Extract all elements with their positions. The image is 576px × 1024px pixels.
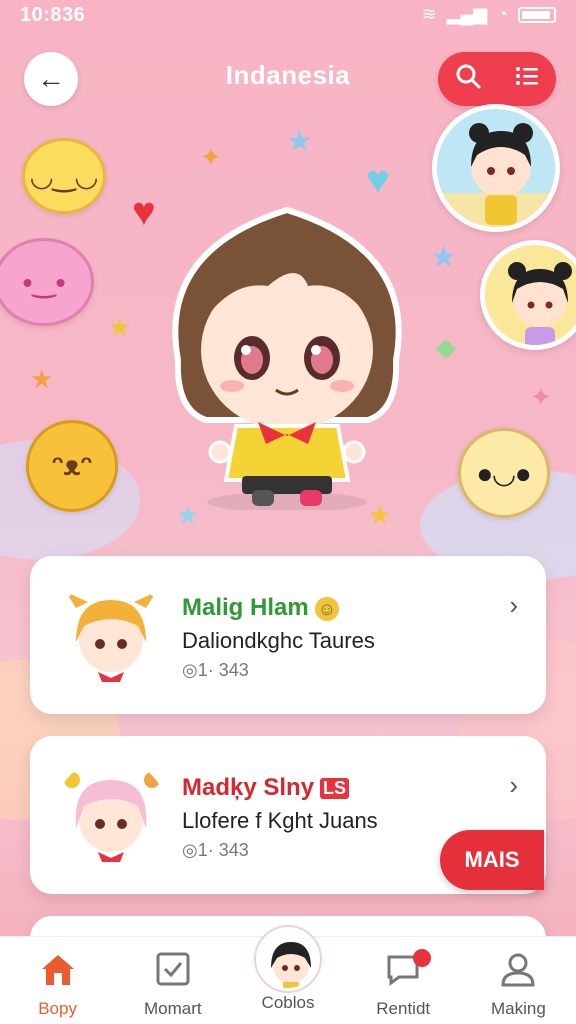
- card-subtitle: Llofere f Kght Juans: [182, 808, 378, 833]
- chevron-right-icon: ›: [509, 590, 518, 620]
- wifi-icon: ≋: [421, 4, 437, 24]
- battery-icon: [518, 6, 556, 23]
- chevron-right-icon: ›: [509, 770, 518, 800]
- character-avatar[interactable]: [480, 240, 576, 350]
- star-icon: ★: [108, 312, 132, 342]
- star-icon: ★: [286, 125, 313, 158]
- smiley-sticker: ●◡●: [458, 428, 550, 518]
- header-actions: [438, 52, 556, 106]
- card-name-text: Malig Hlam: [182, 594, 309, 621]
- badge-emoji-icon: ☺: [314, 596, 339, 621]
- alarm-icon: ◔: [497, 4, 508, 24]
- cookie-sticker: ᵔᴥᵔ: [26, 420, 118, 512]
- sparkle-icon: ✦: [200, 142, 222, 172]
- star-icon: ★: [430, 241, 457, 274]
- signal-icon: ▂▄▆: [446, 4, 488, 24]
- card-name-text: Madķy Slny: [182, 774, 315, 801]
- nav-label: Rentidt: [376, 999, 431, 1018]
- card-title: Madķy Slny LS: [182, 774, 350, 802]
- pink-bubble-sticker: •‿•: [0, 238, 94, 326]
- card-subtitle: Daliondkghc Taures: [182, 628, 375, 653]
- nav-label: Making: [491, 999, 546, 1018]
- hero-character-illustration: [148, 190, 426, 512]
- card-avatar: [54, 758, 168, 872]
- nav-item-momart[interactable]: Momart: [115, 937, 230, 1024]
- avatar: [256, 927, 320, 991]
- smile-bubble-sticker: ◡‿◡: [22, 138, 106, 214]
- nav-item-making[interactable]: Making: [461, 937, 576, 1024]
- chat-icon: [383, 949, 432, 989]
- card-avatar: [54, 578, 168, 692]
- user-icon: [498, 949, 538, 989]
- app-screen: 10:836 ≋ ▂▄▆ ◔ ← Indanesia ◡‿◡ •‿• ᵔᴥᵔ ●…: [0, 0, 576, 1024]
- character-avatar[interactable]: [432, 104, 560, 232]
- status-icons: ≋ ▂▄▆ ◔: [422, 4, 556, 25]
- checkbox-icon: [153, 949, 193, 989]
- status-time: 10:836: [20, 4, 86, 26]
- card-meta: ◎1· 343: [182, 660, 249, 680]
- card-badge: LS: [320, 778, 350, 800]
- status-bar: 10:836 ≋ ▂▄▆ ◔: [0, 0, 576, 30]
- home-icon: [38, 949, 78, 989]
- nav-label: Coblos: [261, 993, 315, 1012]
- mais-button[interactable]: MAIS: [440, 830, 544, 890]
- nav-item-rentidt[interactable]: Rentidt: [346, 937, 461, 1024]
- nav-label: Bopy: [38, 999, 77, 1018]
- sparkle-icon: ✦: [530, 382, 552, 412]
- card-meta: ◎1· 343: [182, 840, 249, 860]
- character-card[interactable]: Malig Hlam ☺ Daliondkghc Taures ◎1· 343 ›: [30, 556, 546, 714]
- search-icon[interactable]: [448, 62, 488, 97]
- star-icon: ◆: [436, 332, 456, 362]
- bottom-navigation: Bopy Momart Coblos Rentidt Making: [0, 927, 576, 1024]
- nav-item-home[interactable]: Bopy: [0, 937, 115, 1024]
- nav-label: Momart: [143, 999, 202, 1018]
- card-title: Malig Hlam ☺: [182, 594, 339, 622]
- star-icon: ★: [30, 364, 54, 394]
- menu-list-icon[interactable]: [507, 62, 547, 97]
- nav-item-coblos[interactable]: Coblos: [230, 927, 345, 1024]
